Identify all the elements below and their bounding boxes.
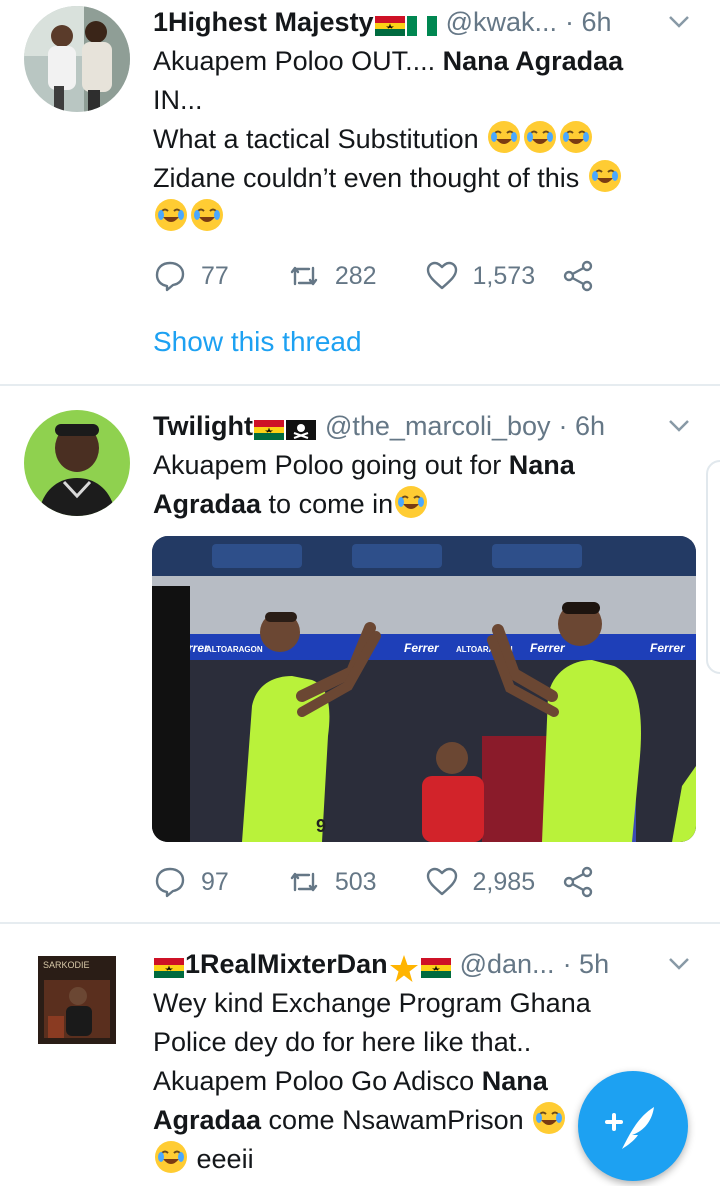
rofl-emoji-icon	[395, 486, 428, 518]
like-button[interactable]: 2,985	[425, 865, 536, 899]
joy-emoji-icon	[560, 121, 593, 153]
display-name[interactable]: 1Highest Majesty	[153, 7, 374, 38]
tweet-text: Akuapem Poloo OUT.... Nana Agradaa IN...…	[153, 42, 690, 237]
retweet-button[interactable]: 282	[287, 259, 377, 293]
shirt-number: 9	[316, 816, 326, 836]
svg-text:Ferrer: Ferrer	[530, 641, 566, 655]
tweet-1[interactable]: 1Highest Majesty @kwak... · 6h Akuapem P…	[0, 0, 720, 384]
bold-name: Nana	[508, 450, 575, 480]
retweet-count: 503	[334, 867, 377, 896]
chevron-down-icon[interactable]	[666, 950, 692, 976]
text-line: come NsawamPrison	[261, 1105, 532, 1135]
text-line: Akuapem Poloo going out for	[153, 450, 509, 480]
text-line: Wey kind Exchange Program Ghana	[153, 988, 591, 1018]
like-count: 1,573	[472, 261, 536, 290]
text-line: Zidane couldn’t even thought of this	[153, 163, 587, 193]
pirate-flag-icon	[285, 416, 316, 440]
share-button[interactable]	[561, 259, 595, 293]
text-line: What a tactical Substitution	[153, 124, 487, 154]
avatar-text: SARKODIE	[43, 960, 90, 970]
share-button[interactable]	[561, 865, 595, 899]
tweet-2[interactable]: Twilight @the_marcoli_boy · 6h Akuapem P…	[0, 386, 720, 922]
like-icon	[426, 867, 457, 896]
avatar[interactable]: SARKODIE	[38, 956, 116, 1044]
reply-icon	[155, 261, 185, 292]
joy-emoji-icon	[191, 199, 223, 231]
handle[interactable]: @the_marcoli_boy	[325, 411, 551, 442]
bold-name: Nana Agradaa	[442, 46, 624, 76]
reply-icon	[155, 867, 185, 898]
retweet-icon	[290, 872, 318, 892]
chevron-down-icon[interactable]	[666, 412, 692, 438]
ghana-flag-icon	[420, 954, 451, 978]
handle[interactable]: @kwak...	[446, 7, 557, 38]
tweet-actions: 97 503 2,985	[153, 862, 595, 902]
tweet-header: 1RealMixterDan @dan... · 5h	[153, 946, 680, 982]
tweet-actions: 77 282 1,573	[153, 256, 595, 296]
timestamp[interactable]: · 6h	[559, 411, 606, 442]
side-card-edge	[706, 460, 720, 674]
text-line: Akuapem Poloo OUT....	[153, 46, 443, 76]
joy-emoji-icon	[155, 199, 187, 231]
tweet-header: 1Highest Majesty @kwak... · 6h	[153, 4, 680, 40]
ghana-flag-icon	[154, 954, 184, 978]
star-icon	[389, 954, 419, 982]
retweet-icon	[290, 266, 318, 286]
joy-emoji-icon	[488, 121, 521, 153]
chevron-down-icon[interactable]	[666, 8, 692, 34]
display-name[interactable]: Twilight	[153, 411, 253, 442]
reply-count: 77	[201, 261, 229, 290]
nigeria-flag-icon	[406, 12, 437, 36]
joy-emoji-icon	[588, 160, 621, 192]
compose-tweet-button[interactable]	[578, 1071, 688, 1181]
ghana-flag-icon	[253, 416, 284, 440]
share-icon	[563, 866, 593, 898]
timestamp[interactable]: · 6h	[565, 7, 612, 38]
reply-button[interactable]: 77	[153, 259, 229, 293]
retweet-count: 282	[334, 261, 377, 290]
like-icon	[426, 261, 457, 290]
like-button[interactable]: 1,573	[425, 259, 536, 293]
timestamp[interactable]: · 5h	[563, 949, 610, 980]
svg-text:Ferrer: Ferrer	[404, 641, 440, 655]
like-count: 2,985	[472, 867, 536, 896]
tweet-header: Twilight @the_marcoli_boy · 6h	[153, 408, 680, 444]
show-thread-link[interactable]: Show this thread	[153, 326, 362, 358]
tweet-photo[interactable]: Ferrer ALTOARAGON Ferrer ALTOARAGON Ferr…	[152, 536, 696, 842]
ghana-flag-icon	[374, 12, 405, 36]
bold-name: Nana	[481, 1066, 548, 1096]
sponsor-text: ALTOARAGON	[206, 645, 263, 654]
joy-emoji-icon	[524, 121, 557, 153]
bold-name: Agradaa	[153, 1105, 262, 1135]
reply-count: 97	[201, 867, 229, 896]
text-line: Police dey do for here like that..	[153, 1027, 532, 1057]
tweet-text: Akuapem Poloo going out for Nana Agradaa…	[153, 446, 690, 524]
avatar[interactable]	[24, 410, 130, 516]
handle[interactable]: @dan...	[460, 949, 555, 980]
share-icon	[563, 260, 593, 292]
joy-emoji-icon	[155, 1141, 187, 1173]
svg-text:Ferrer: Ferrer	[650, 641, 686, 655]
retweet-button[interactable]: 503	[287, 865, 377, 899]
text-line: Akuapem Poloo Go Adisco	[153, 1066, 482, 1096]
bold-name: Agradaa	[153, 489, 262, 519]
text-line: eeeii	[196, 1144, 254, 1174]
joy-emoji-icon	[533, 1102, 566, 1134]
reply-button[interactable]: 97	[153, 865, 229, 899]
display-name[interactable]: 1RealMixterDan	[185, 949, 388, 980]
compose-tweet-icon	[605, 1107, 654, 1149]
text-line: to come in	[261, 489, 394, 519]
text-line: IN...	[153, 85, 203, 115]
avatar[interactable]	[24, 6, 130, 112]
